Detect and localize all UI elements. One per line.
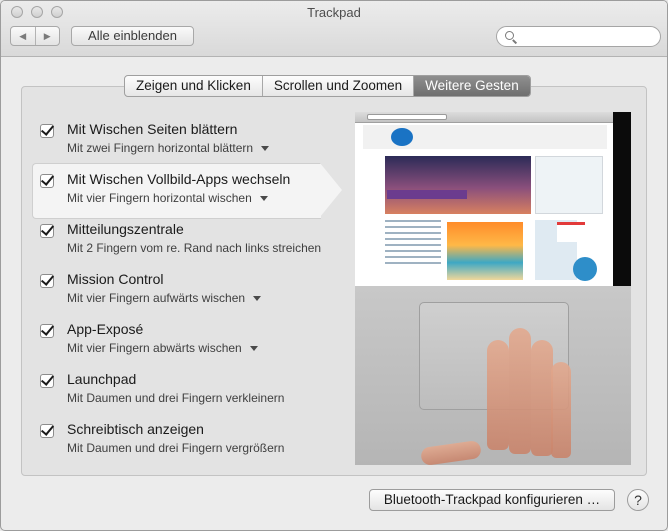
gesture-menu[interactable]: Mit zwei Fingern horizontal blättern: [67, 141, 270, 155]
gesture-subtitle: Mit vier Fingern horizontal wischen: [67, 191, 252, 205]
gesture-menu[interactable]: Mit vier Fingern abwärts wischen: [67, 341, 258, 355]
show-all-button[interactable]: Alle einblenden: [71, 26, 194, 46]
show-desktop-checkbox[interactable]: [40, 424, 54, 438]
window-title: Trackpad: [307, 5, 361, 20]
gesture-mission-control[interactable]: Mission Control Mit vier Fingern aufwärt…: [40, 268, 330, 318]
forward-arrow-icon: ▶: [43, 30, 51, 41]
title-bar: Trackpad ◀ ▶ Alle einblenden: [1, 1, 667, 57]
preview-trackpad-surface: [355, 286, 631, 465]
gesture-notification-center[interactable]: Mitteilungszentrale Mit 2 Fingern vom re…: [40, 218, 330, 268]
app-expose-checkbox[interactable]: [40, 324, 54, 338]
back-arrow-icon: ◀: [19, 30, 27, 41]
swipe-fullscreen-apps-checkbox[interactable]: [40, 174, 54, 188]
gesture-title: Mit Wischen Seiten blättern: [67, 121, 238, 137]
gesture-title: Launchpad: [67, 371, 137, 387]
hand-illustration: [420, 326, 575, 465]
forward-button[interactable]: ▶: [34, 27, 60, 45]
gestures-panel: Mit Wischen Seiten blättern Mit zwei Fin…: [21, 86, 647, 476]
notification-center-checkbox[interactable]: [40, 224, 54, 238]
tab-more-gestures[interactable]: Weitere Gesten: [413, 76, 530, 96]
tab-point-and-click[interactable]: Zeigen und Klicken: [125, 76, 262, 96]
gesture-preview-video: [355, 112, 631, 465]
gesture-subtitle: Mit zwei Fingern horizontal blättern: [67, 141, 254, 155]
gesture-app-expose[interactable]: App-Exposé Mit vier Fingern abwärts wisc…: [40, 318, 330, 368]
back-button[interactable]: ◀: [11, 27, 35, 45]
gesture-title: Mitteilungszentrale: [67, 221, 184, 237]
gesture-subtitle: Mit Daumen und drei Fingern vergrößern: [67, 441, 285, 455]
help-button[interactable]: ?: [627, 489, 649, 511]
search-icon: [505, 31, 514, 40]
gesture-title: Mit Wischen Vollbild-Apps wechseln: [67, 171, 291, 187]
trackpad-preferences-window: Trackpad ◀ ▶ Alle einblenden Zeigen und …: [0, 0, 668, 531]
gesture-swipe-fullscreen-apps[interactable]: Mit Wischen Vollbild-Apps wechseln Mit v…: [32, 163, 342, 219]
tab-scroll-and-zoom[interactable]: Scrollen und Zoomen: [261, 76, 413, 96]
navigation-buttons: ◀ ▶: [10, 26, 60, 46]
gesture-title: App-Exposé: [67, 321, 144, 337]
dropdown-arrow-icon: [261, 146, 270, 152]
gesture-menu[interactable]: Mit vier Fingern aufwärts wischen: [67, 291, 262, 305]
dropdown-arrow-icon: [253, 296, 262, 302]
gesture-show-desktop[interactable]: Schreibtisch anzeigen Mit Daumen und dre…: [40, 418, 330, 468]
gesture-title: Schreibtisch anzeigen: [67, 421, 204, 437]
gesture-subtitle: Mit 2 Fingern vom re. Rand nach links st…: [67, 241, 322, 255]
search-input[interactable]: [519, 29, 654, 44]
preview-screen: [355, 112, 631, 286]
gesture-subtitle: Mit Daumen und drei Fingern verkleinern: [67, 391, 285, 405]
search-field-container[interactable]: [496, 26, 661, 47]
configure-bluetooth-trackpad-button[interactable]: Bluetooth-Trackpad konfigurieren …: [369, 489, 615, 511]
site-logo-icon: [391, 128, 413, 146]
gesture-menu[interactable]: Mit vier Fingern horizontal wischen: [67, 191, 268, 205]
launchpad-checkbox[interactable]: [40, 374, 54, 388]
tab-bar: Zeigen und Klicken Scrollen und Zoomen W…: [124, 75, 531, 97]
gesture-subtitle: Mit vier Fingern aufwärts wischen: [67, 291, 246, 305]
dropdown-arrow-icon: [259, 196, 268, 202]
gesture-subtitle: Mit vier Fingern abwärts wischen: [67, 341, 242, 355]
preview-browser-image: [355, 112, 613, 286]
mission-control-checkbox[interactable]: [40, 274, 54, 288]
dropdown-arrow-icon: [249, 346, 258, 352]
swipe-pages-checkbox[interactable]: [40, 124, 54, 138]
gesture-title: Mission Control: [67, 271, 164, 287]
gesture-launchpad[interactable]: Launchpad Mit Daumen und drei Fingern ve…: [40, 368, 330, 418]
gesture-swipe-pages[interactable]: Mit Wischen Seiten blättern Mit zwei Fin…: [40, 118, 330, 168]
